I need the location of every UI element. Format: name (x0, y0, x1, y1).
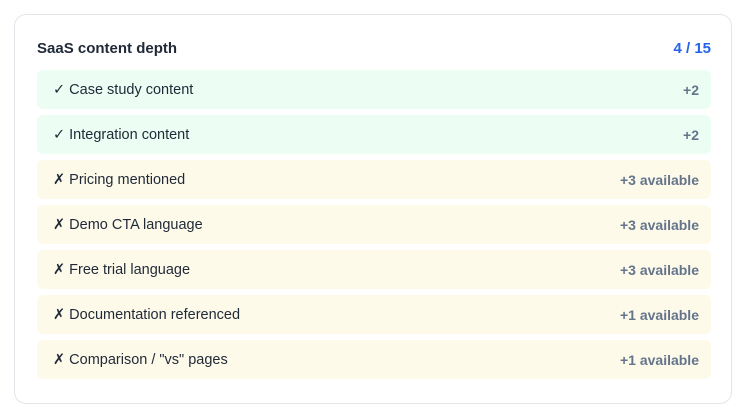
item-points: +1 available (619, 351, 699, 368)
item-label: Comparison / "vs" pages (69, 351, 228, 368)
item-points: +3 available (619, 216, 699, 233)
cross-icon: ✗ (53, 351, 66, 368)
item-points: +3 available (619, 171, 699, 188)
cross-icon: ✗ (53, 216, 66, 233)
item-label: Documentation referenced (69, 306, 241, 323)
check-icon: ✓ (53, 81, 66, 98)
item-label: Demo CTA language (69, 216, 203, 233)
item-points: +2 (683, 126, 699, 143)
checklist-item-comparison: ✗ Comparison / "vs" pages +1 available (37, 340, 711, 379)
item-points: +2 (683, 81, 699, 98)
check-icon: ✓ (53, 126, 66, 143)
checklist: ✓ Case study content +2 ✓ Integration cont… (37, 70, 711, 385)
score-badge: 4 / 15 (673, 39, 711, 57)
item-label: Integration content (69, 126, 190, 143)
checklist-item-documentation: ✗ Documentation referenced +1 available (37, 295, 711, 334)
checklist-item-demo-cta: ✗ Demo CTA language +3 available (37, 205, 711, 244)
cross-icon: ✗ (53, 306, 66, 323)
item-label: Case study content (69, 81, 194, 98)
item-label: Free trial language (69, 261, 191, 278)
item-label: Pricing mentioned (69, 171, 186, 188)
checklist-item-free-trial: ✗ Free trial language +3 available (37, 250, 711, 289)
checklist-item-case-study: ✓ Case study content +2 (37, 70, 711, 109)
checklist-item-pricing: ✗ Pricing mentioned +3 available (37, 160, 711, 199)
checklist-item-integration: ✓ Integration content +2 (37, 115, 711, 154)
item-points: +1 available (619, 306, 699, 323)
cross-icon: ✗ (53, 261, 66, 278)
card-title: SaaS content depth (37, 39, 178, 57)
cross-icon: ✗ (53, 171, 66, 188)
card-header: SaaS content depth 4 / 15 (37, 38, 711, 58)
item-points: +3 available (619, 261, 699, 278)
content-depth-card: SaaS content depth 4 / 15 ✓ Case study co… (14, 14, 732, 404)
